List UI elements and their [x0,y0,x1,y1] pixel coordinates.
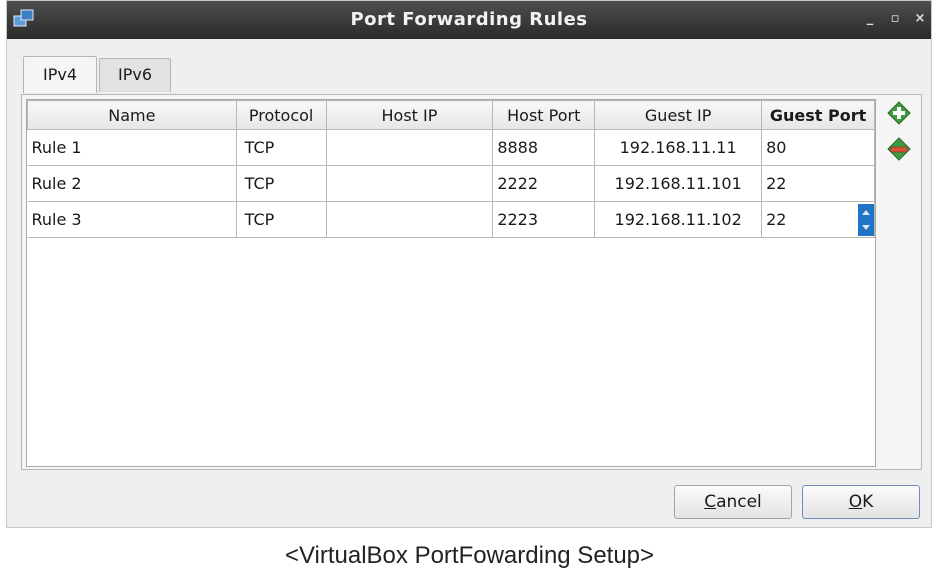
guest-ip-cell[interactable]: 192.168.11.11 [594,129,763,166]
rule-name-cell[interactable]: Rule 2 [27,165,237,202]
window-title: Port Forwarding Rules [350,9,588,30]
guest-ip-cell[interactable]: 192.168.11.101 [594,165,763,202]
table-row[interactable]: Rule 3 TCP 2223 192.168.11.102 22 [27,201,875,238]
column-header-host-ip[interactable]: Host IP [325,100,494,130]
cancel-label: ancel [716,492,762,512]
table-row[interactable]: Rule 2 TCP 2222 192.168.11.101 22 [27,165,875,202]
cancel-button[interactable]: Cancel [674,485,792,519]
figure-caption: <VirtualBox PortFowarding Setup> [284,542,655,569]
column-header-name[interactable]: Name [27,100,237,130]
rules-table-container: Name Protocol Host IP Host Port Guest IP… [26,99,876,467]
cancel-mnemonic: C [704,492,717,512]
protocol-cell[interactable]: TCP [235,165,327,202]
guest-port-editor[interactable]: 22 [761,201,875,238]
rules-table: Name Protocol Host IP Host Port Guest IP… [27,100,875,238]
tab-panel: Name Protocol Host IP Host Port Guest IP… [21,94,922,470]
rule-name-cell[interactable]: Rule 1 [27,129,237,166]
maximize-icon[interactable]: ▫ [886,10,904,28]
add-rule-icon[interactable] [886,100,912,126]
tab-ipv6[interactable]: IPv6 [99,58,171,92]
guest-port-cell[interactable]: 22 [761,165,875,202]
column-header-protocol[interactable]: Protocol [235,100,327,130]
host-port-cell[interactable]: 2222 [492,165,596,202]
protocol-cell[interactable]: TCP [235,129,327,166]
guest-port-cell[interactable]: 80 [761,129,875,166]
remove-rule-icon[interactable] [886,136,912,162]
host-ip-cell[interactable] [325,129,494,166]
host-port-cell[interactable]: 8888 [492,129,596,166]
column-header-host-port[interactable]: Host Port [492,100,596,130]
ok-label: K [862,492,874,512]
ok-button[interactable]: OK [802,485,920,519]
column-header-guest-port[interactable]: Guest Port [761,100,875,130]
title-bar[interactable]: Port Forwarding Rules _ ▫ × [7,1,931,39]
tab-ipv4[interactable]: IPv4 [23,56,97,93]
guest-port-value[interactable]: 22 [766,210,786,229]
close-icon[interactable]: × [911,10,929,28]
table-row[interactable]: Rule 1 TCP 8888 192.168.11.11 80 [27,129,875,166]
host-ip-cell[interactable] [325,201,494,238]
protocol-cell[interactable]: TCP [235,201,327,238]
host-ip-cell[interactable] [325,165,494,202]
minimize-icon[interactable]: _ [861,10,879,28]
spinbox-arrows-icon[interactable] [858,204,874,236]
ok-mnemonic: O [848,492,863,512]
rule-name-cell[interactable]: Rule 3 [27,201,237,238]
host-port-cell[interactable]: 2223 [492,201,596,238]
column-header-guest-ip[interactable]: Guest IP [594,100,763,130]
port-forwarding-dialog: Port Forwarding Rules _ ▫ × IPv4 IPv6 Na… [6,0,932,528]
guest-ip-cell[interactable]: 192.168.11.102 [594,201,763,238]
